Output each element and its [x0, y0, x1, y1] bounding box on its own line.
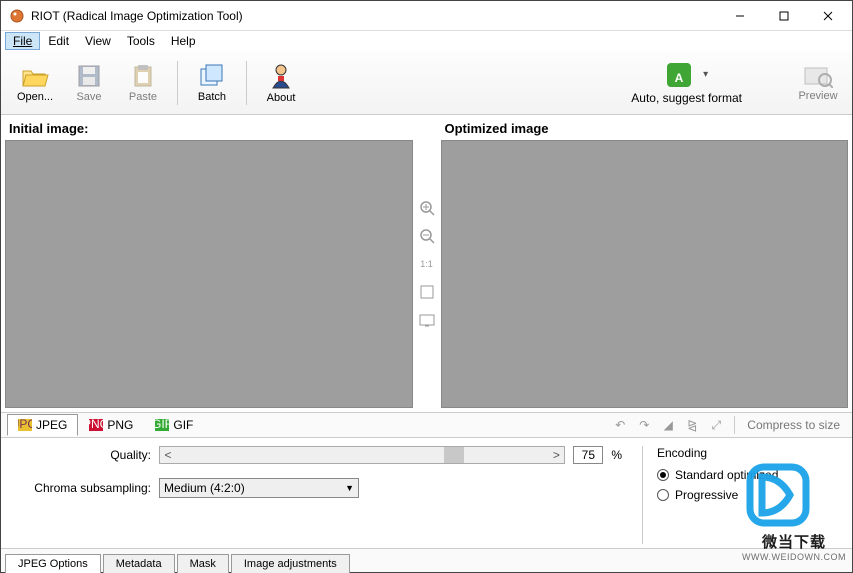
zoom-in-icon[interactable]: [417, 198, 437, 218]
menu-help[interactable]: Help: [163, 32, 204, 50]
preview-button[interactable]: Preview: [794, 55, 842, 111]
quality-slider[interactable]: < >: [159, 446, 565, 464]
quality-percent-label: %: [611, 448, 622, 462]
toolbar: Open... Save Paste Batch About A ▾ Auto,…: [1, 51, 852, 115]
gif-icon: GIF: [155, 419, 169, 431]
open-button[interactable]: Open...: [11, 55, 59, 111]
zoom-tools: 1:1: [415, 119, 439, 408]
toolbar-separator: [177, 61, 178, 105]
initial-image-canvas[interactable]: [5, 140, 413, 408]
paste-button[interactable]: Paste: [119, 55, 167, 111]
menu-bar: File Edit View Tools Help: [1, 31, 852, 51]
image-panes: Initial image: 1:1 Optimized image: [1, 115, 852, 412]
encoding-progressive-radio[interactable]: Progressive: [657, 488, 842, 502]
resize-icon[interactable]: ⤢: [707, 416, 725, 434]
quality-label: Quality:: [11, 448, 151, 462]
format-tab-gif[interactable]: GIF GIF: [144, 414, 204, 436]
folder-open-icon: [21, 63, 49, 89]
radio-icon: [657, 469, 669, 481]
save-button[interactable]: Save: [65, 55, 113, 111]
svg-text:PNG: PNG: [89, 419, 103, 431]
auto-format-button[interactable]: A ▾ Auto, suggest format: [631, 61, 742, 105]
about-button[interactable]: About: [257, 55, 305, 111]
tab-mask[interactable]: Mask: [177, 554, 229, 573]
optimized-image-canvas[interactable]: [441, 140, 849, 408]
zoom-1to1-button[interactable]: 1:1: [417, 254, 437, 274]
menu-file[interactable]: File: [5, 32, 40, 50]
chevron-down-icon: ▼: [345, 483, 354, 493]
slider-thumb[interactable]: [444, 447, 464, 463]
auto-format-icon: A: [665, 61, 693, 89]
bottom-tab-bar: JPEG Options Metadata Mask Image adjustm…: [1, 548, 852, 572]
png-icon: PNG: [89, 419, 103, 431]
quality-value-input[interactable]: 75: [573, 446, 603, 464]
menu-view[interactable]: View: [77, 32, 119, 50]
chevron-down-icon: ▾: [703, 69, 708, 80]
svg-text:A: A: [675, 71, 684, 85]
compress-to-size-link[interactable]: Compress to size: [741, 418, 846, 432]
settings-panel: Quality: < > 75 % Chroma subsampling: Me…: [1, 438, 852, 548]
encoding-title: Encoding: [657, 446, 842, 460]
optimized-image-label: Optimized image: [441, 119, 849, 140]
initial-image-pane: Initial image:: [5, 119, 413, 408]
flip-horizontal-icon[interactable]: ⧎: [683, 416, 701, 434]
svg-text:GIF: GIF: [155, 419, 169, 431]
toolbar-separator: [246, 61, 247, 105]
svg-text:JPG: JPG: [18, 419, 32, 431]
preview-icon: [803, 64, 833, 88]
encoding-group: Encoding Standard optimized Progressive: [642, 446, 842, 544]
optimized-image-pane: Optimized image: [441, 119, 849, 408]
menu-tools[interactable]: Tools: [119, 32, 163, 50]
radio-icon: [657, 489, 669, 501]
redo-icon[interactable]: ↷: [635, 416, 653, 434]
rotate-icon[interactable]: ◢: [659, 416, 677, 434]
menu-edit[interactable]: Edit: [40, 32, 77, 50]
format-tab-png[interactable]: PNG PNG: [78, 414, 144, 436]
minimize-button[interactable]: [718, 2, 762, 30]
batch-button[interactable]: Batch: [188, 55, 236, 111]
slider-left-arrow-icon[interactable]: <: [160, 448, 176, 462]
window-title: RIOT (Radical Image Optimization Tool): [31, 9, 718, 23]
close-button[interactable]: [806, 2, 850, 30]
undo-icon[interactable]: ↶: [611, 416, 629, 434]
tab-jpeg-options[interactable]: JPEG Options: [5, 554, 101, 573]
chroma-combo[interactable]: Medium (4:2:0) ▼: [159, 478, 359, 498]
slider-right-arrow-icon[interactable]: >: [548, 448, 564, 462]
tab-metadata[interactable]: Metadata: [103, 554, 175, 573]
about-icon: [268, 62, 294, 90]
app-icon: [9, 8, 25, 24]
batch-icon: [198, 63, 226, 89]
title-bar: RIOT (Radical Image Optimization Tool): [1, 1, 852, 31]
format-tab-row: JPG JPEG PNG PNG GIF GIF ↶ ↷ ◢ ⧎ ⤢ Compr…: [1, 412, 852, 438]
jpeg-icon: JPG: [18, 419, 32, 431]
fit-window-icon[interactable]: [417, 282, 437, 302]
encoding-standard-radio[interactable]: Standard optimized: [657, 468, 842, 482]
save-icon: [76, 63, 102, 89]
initial-image-label: Initial image:: [5, 119, 413, 140]
format-tab-jpeg[interactable]: JPG JPEG: [7, 414, 78, 436]
fit-screen-icon[interactable]: [417, 310, 437, 330]
separator: [734, 416, 735, 434]
tab-image-adjustments[interactable]: Image adjustments: [231, 554, 350, 573]
zoom-out-icon[interactable]: [417, 226, 437, 246]
maximize-button[interactable]: [762, 2, 806, 30]
paste-icon: [130, 63, 156, 89]
chroma-label: Chroma subsampling:: [11, 481, 151, 495]
